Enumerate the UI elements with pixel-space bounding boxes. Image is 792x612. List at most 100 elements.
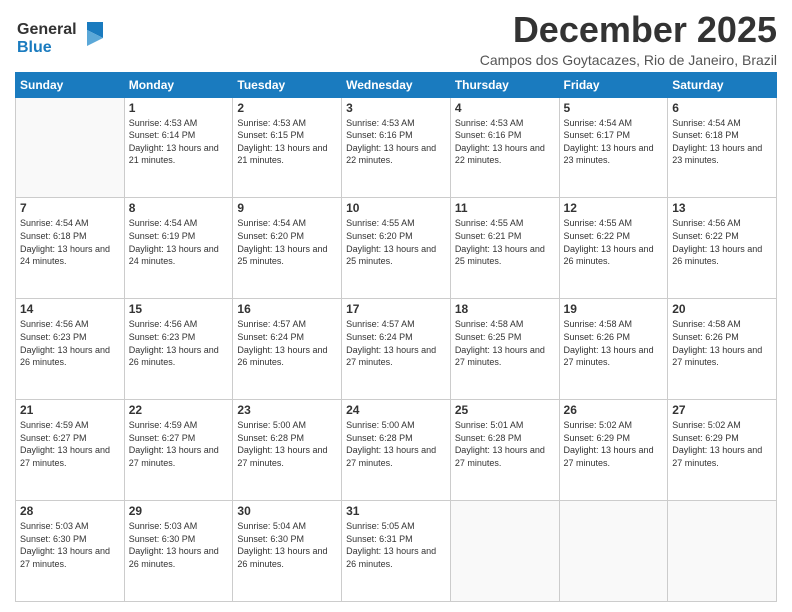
day-number: 14 [20,302,120,316]
svg-text:Blue: Blue [17,39,52,56]
day-number: 23 [237,403,337,417]
cell-text: Sunrise: 4:53 AMSunset: 6:15 PMDaylight:… [237,117,337,167]
cell-text: Sunrise: 4:53 AMSunset: 6:14 PMDaylight:… [129,117,229,167]
day-number: 3 [346,101,446,115]
day-number: 29 [129,504,229,518]
cell-text: Sunrise: 4:54 AMSunset: 6:20 PMDaylight:… [237,217,337,267]
page: General Blue December 2025 Campos dos Go… [0,0,792,612]
table-row: 6Sunrise: 4:54 AMSunset: 6:18 PMDaylight… [668,97,777,198]
table-row: 4Sunrise: 4:53 AMSunset: 6:16 PMDaylight… [450,97,559,198]
cell-text: Sunrise: 5:00 AMSunset: 6:28 PMDaylight:… [237,419,337,469]
table-row: 14 Sunrise: 4:56 AMSunset: 6:23 PMDayligh… [16,299,125,400]
day-number: 6 [672,101,772,115]
table-row: 29Sunrise: 5:03 AMSunset: 6:30 PMDayligh… [124,501,233,602]
table-row: 11Sunrise: 4:55 AMSunset: 6:21 PMDayligh… [450,198,559,299]
day-number: 5 [564,101,664,115]
table-row: 2 Sunrise: 4:53 AMSunset: 6:15 PMDaylight… [233,97,342,198]
day-number: 20 [672,302,772,316]
cell-text: Sunrise: 5:05 AMSunset: 6:31 PMDaylight:… [346,520,446,570]
day-number: 15 [129,302,229,316]
table-row: 7Sunrise: 4:54 AMSunset: 6:18 PMDaylight… [16,198,125,299]
cell-text: Sunrise: 4:55 AMSunset: 6:22 PMDaylight:… [564,217,664,267]
table-row: 12 Sunrise: 4:55 AMSunset: 6:22 PMDayligh… [559,198,668,299]
cell-text: Sunrise: 4:54 AMSunset: 6:17 PMDaylight:… [564,117,664,167]
table-row: 22Sunrise: 4:59 AMSunset: 6:27 PMDayligh… [124,400,233,501]
cell-text: Sunrise: 4:54 AMSunset: 6:18 PMDaylight:… [20,217,120,267]
day-number: 24 [346,403,446,417]
day-number: 1 [129,101,229,115]
calendar-week-row: 21 Sunrise: 4:59 AMSunset: 6:27 PMDayligh… [16,400,777,501]
table-row: 5 Sunrise: 4:54 AMSunset: 6:17 PMDaylight… [559,97,668,198]
cell-text: Sunrise: 5:03 AMSunset: 6:30 PMDaylight:… [20,520,120,570]
cell-text: Sunrise: 4:56 AMSunset: 6:22 PMDaylight:… [672,217,772,267]
cell-text: Sunrise: 4:57 AMSunset: 6:24 PMDaylight:… [346,318,446,368]
table-row: 17 Sunrise: 4:57 AMSunset: 6:24 PMDayligh… [342,299,451,400]
day-number: 30 [237,504,337,518]
day-number: 26 [564,403,664,417]
table-row [559,501,668,602]
day-number: 12 [564,201,664,215]
table-row: 3Sunrise: 4:53 AMSunset: 6:16 PMDaylight… [342,97,451,198]
table-row: 25Sunrise: 5:01 AMSunset: 6:28 PMDayligh… [450,400,559,501]
col-sunday: Sunday [16,72,125,97]
logo-svg: General Blue [15,14,105,58]
col-saturday: Saturday [668,72,777,97]
cell-text: Sunrise: 4:58 AMSunset: 6:25 PMDaylight:… [455,318,555,368]
header: General Blue December 2025 Campos dos Go… [15,10,777,68]
table-row: 16 Sunrise: 4:57 AMSunset: 6:24 PMDayligh… [233,299,342,400]
col-tuesday: Tuesday [233,72,342,97]
calendar-body: 1 Sunrise: 4:53 AMSunset: 6:14 PMDaylight… [16,97,777,601]
table-row: 19 Sunrise: 4:58 AMSunset: 6:26 PMDayligh… [559,299,668,400]
cell-text: Sunrise: 5:04 AMSunset: 6:30 PMDaylight:… [237,520,337,570]
col-wednesday: Wednesday [342,72,451,97]
svg-text:General: General [17,21,77,38]
col-thursday: Thursday [450,72,559,97]
table-row: 23 Sunrise: 5:00 AMSunset: 6:28 PMDayligh… [233,400,342,501]
table-row: 27 Sunrise: 5:02 AMSunset: 6:29 PMDayligh… [668,400,777,501]
cell-text: Sunrise: 4:54 AMSunset: 6:19 PMDaylight:… [129,217,229,267]
logo-content: General Blue [15,14,105,63]
cell-text: Sunrise: 5:00 AMSunset: 6:28 PMDaylight:… [346,419,446,469]
day-number: 13 [672,201,772,215]
day-number: 10 [346,201,446,215]
table-row [450,501,559,602]
table-row: 15Sunrise: 4:56 AMSunset: 6:23 PMDayligh… [124,299,233,400]
day-number: 18 [455,302,555,316]
cell-text: Sunrise: 4:57 AMSunset: 6:24 PMDaylight:… [237,318,337,368]
day-number: 27 [672,403,772,417]
table-row: 10 Sunrise: 4:55 AMSunset: 6:20 PMDayligh… [342,198,451,299]
location: Campos dos Goytacazes, Rio de Janeiro, B… [480,52,777,68]
cell-text: Sunrise: 4:55 AMSunset: 6:20 PMDaylight:… [346,217,446,267]
calendar-week-row: 28Sunrise: 5:03 AMSunset: 6:30 PMDayligh… [16,501,777,602]
table-row [668,501,777,602]
table-row: 9 Sunrise: 4:54 AMSunset: 6:20 PMDaylight… [233,198,342,299]
cell-text: Sunrise: 4:58 AMSunset: 6:26 PMDaylight:… [672,318,772,368]
day-number: 4 [455,101,555,115]
table-row: 24 Sunrise: 5:00 AMSunset: 6:28 PMDayligh… [342,400,451,501]
cell-text: Sunrise: 4:56 AMSunset: 6:23 PMDaylight:… [20,318,120,368]
day-number: 21 [20,403,120,417]
cell-text: Sunrise: 4:58 AMSunset: 6:26 PMDaylight:… [564,318,664,368]
calendar-week-row: 14 Sunrise: 4:56 AMSunset: 6:23 PMDayligh… [16,299,777,400]
day-number: 9 [237,201,337,215]
col-friday: Friday [559,72,668,97]
cell-text: Sunrise: 4:59 AMSunset: 6:27 PMDaylight:… [129,419,229,469]
month-title: December 2025 [480,10,777,50]
cell-text: Sunrise: 5:02 AMSunset: 6:29 PMDaylight:… [564,419,664,469]
day-number: 19 [564,302,664,316]
calendar-week-row: 1 Sunrise: 4:53 AMSunset: 6:14 PMDaylight… [16,97,777,198]
cell-text: Sunrise: 4:55 AMSunset: 6:21 PMDaylight:… [455,217,555,267]
cell-text: Sunrise: 4:59 AMSunset: 6:27 PMDaylight:… [20,419,120,469]
cell-text: Sunrise: 5:01 AMSunset: 6:28 PMDaylight:… [455,419,555,469]
table-row: 20 Sunrise: 4:58 AMSunset: 6:26 PMDayligh… [668,299,777,400]
day-number: 2 [237,101,337,115]
day-number: 17 [346,302,446,316]
table-row: 28Sunrise: 5:03 AMSunset: 6:30 PMDayligh… [16,501,125,602]
table-row: 31Sunrise: 5:05 AMSunset: 6:31 PMDayligh… [342,501,451,602]
calendar-week-row: 7Sunrise: 4:54 AMSunset: 6:18 PMDaylight… [16,198,777,299]
cell-text: Sunrise: 5:02 AMSunset: 6:29 PMDaylight:… [672,419,772,469]
table-row: 30 Sunrise: 5:04 AMSunset: 6:30 PMDayligh… [233,501,342,602]
day-number: 16 [237,302,337,316]
col-monday: Monday [124,72,233,97]
calendar-header-row: Sunday Monday Tuesday Wednesday Thursday… [16,72,777,97]
